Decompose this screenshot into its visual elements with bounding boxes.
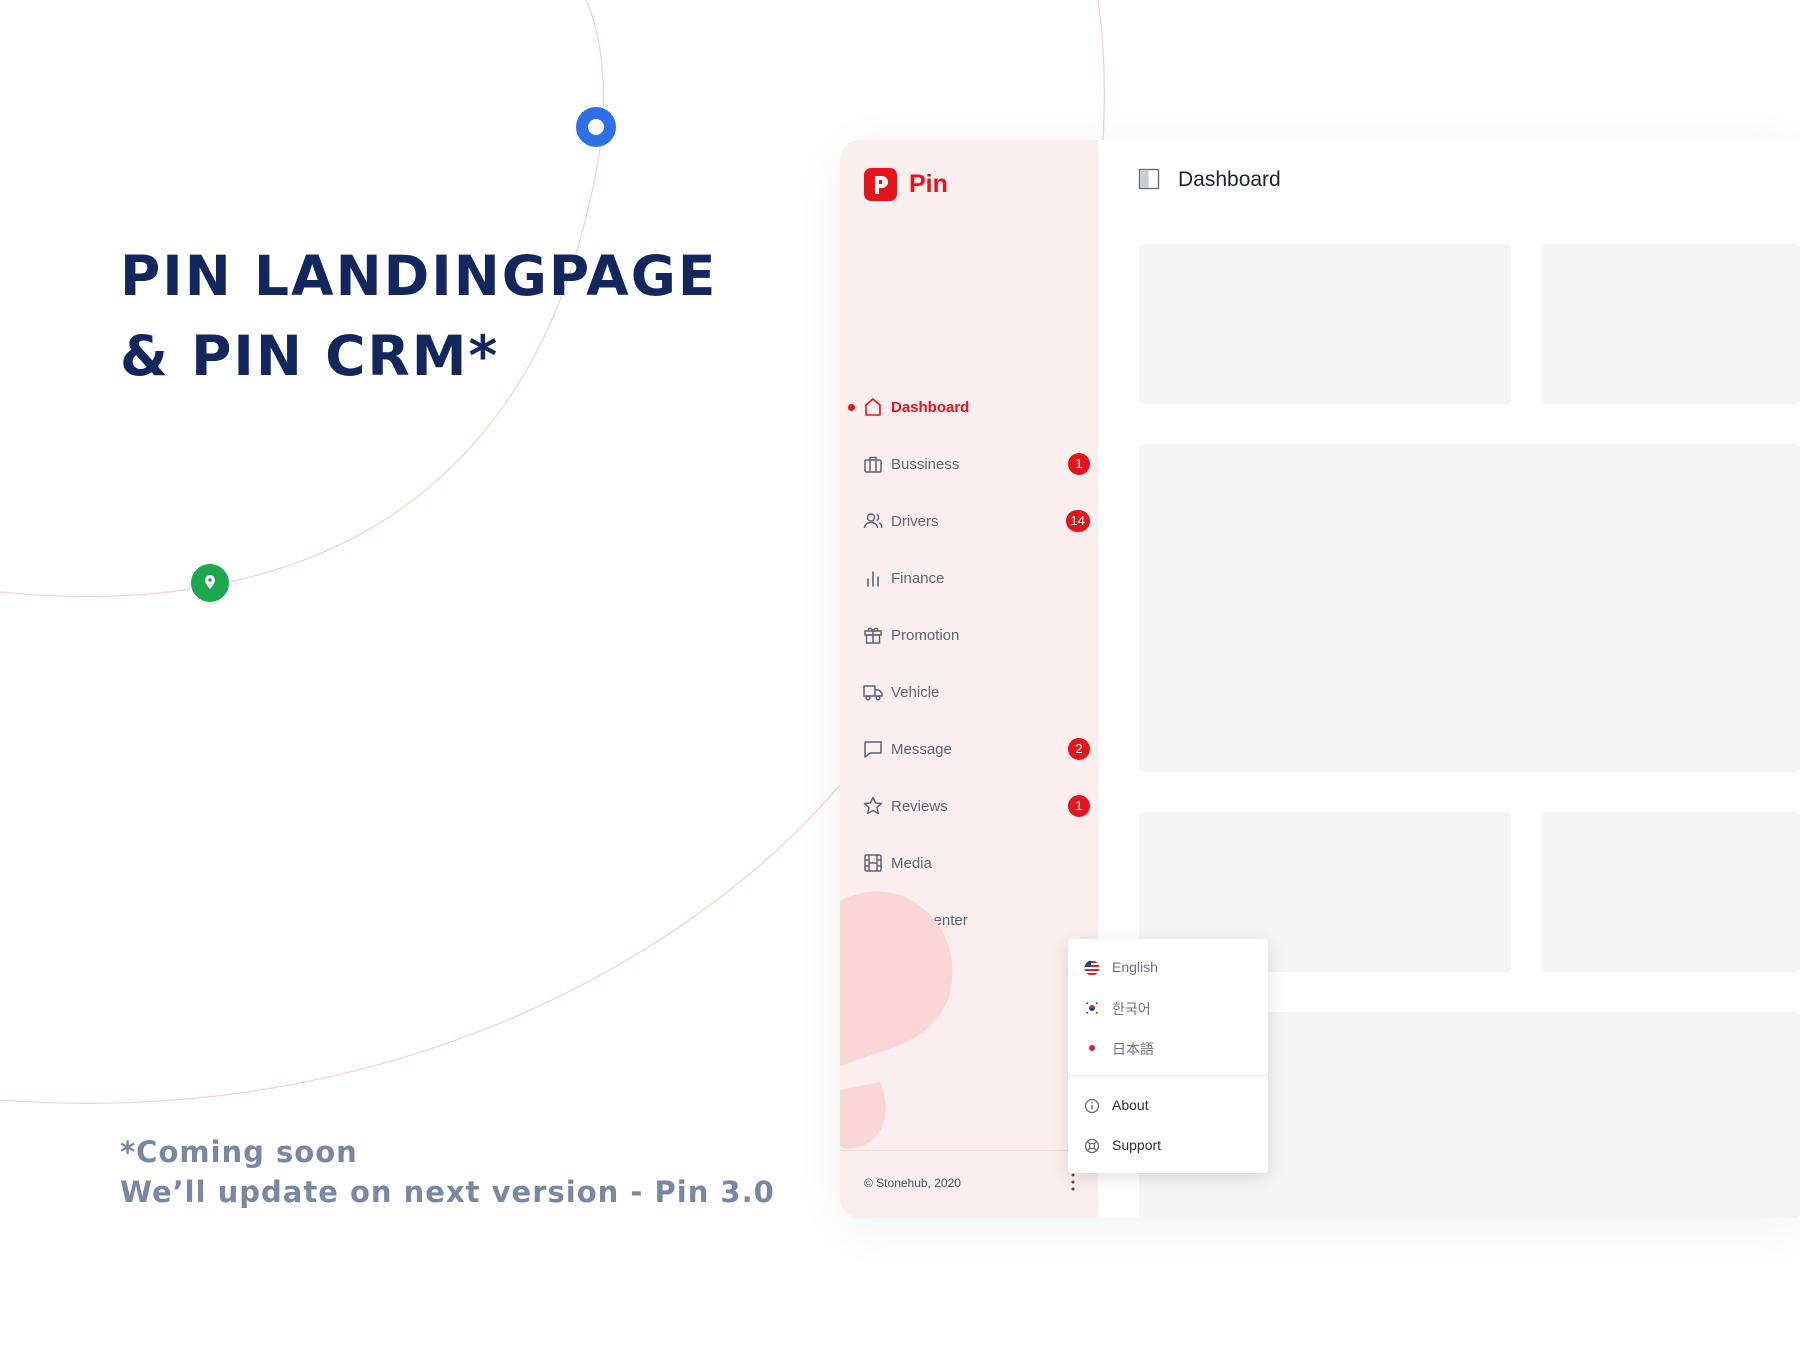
info-icon — [1084, 1098, 1100, 1114]
options-dropdown-menu: English 한국어 日本語 About Support — [1068, 939, 1268, 1173]
notification-badge: 1 — [1068, 453, 1090, 475]
menu-item-label: 日本語 — [1112, 1041, 1154, 1057]
language-option-japanese[interactable]: 日本語 — [1068, 1031, 1268, 1065]
brand-logo[interactable]: Pin — [864, 168, 948, 201]
notification-badge: 1 — [1068, 795, 1090, 817]
menu-item-label: About — [1112, 1097, 1149, 1113]
users-icon — [863, 513, 883, 529]
more-options-icon[interactable] — [1064, 1170, 1082, 1194]
sidebar-item-vehicle[interactable]: Vehicle — [840, 670, 1098, 714]
sidebar-item-promotion[interactable]: Promotion — [840, 613, 1098, 657]
korea-flag-icon — [1084, 1000, 1100, 1016]
briefcase-icon — [864, 456, 882, 473]
hero-title: PIN LANDINGPAGE & PIN CRM* — [120, 236, 717, 396]
sidebar-item-label: Finance — [891, 569, 945, 587]
sidebar-item-message[interactable]: Message 2 — [840, 727, 1098, 771]
menu-item-label: 한국어 — [1112, 1001, 1151, 1017]
sidebar-item-dashboard[interactable]: Dashboard — [840, 385, 1098, 429]
sidebar-footer-divider — [840, 1150, 1098, 1151]
note-line2: We’ll update on next version - Pin 3.0 — [120, 1175, 775, 1209]
topbar: Dashboard — [1098, 140, 1800, 218]
arc-large — [0, 784, 841, 1104]
menu-divider — [1068, 1075, 1268, 1076]
sidebar-item-label: Bussiness — [891, 455, 960, 473]
menu-item-support[interactable]: Support — [1068, 1129, 1268, 1163]
sidebar-item-reviews[interactable]: Reviews 1 — [840, 784, 1098, 828]
sidebar: Pin Dashboard Bussiness 1 Drivers 14 Fin… — [840, 140, 1098, 1218]
brand-name: Pin — [909, 170, 948, 198]
sidebar-item-finance[interactable]: Finance — [840, 556, 1098, 600]
us-flag-icon — [1084, 960, 1100, 976]
copyright-text: © Stonehub, 2020 — [864, 1176, 961, 1190]
home-icon — [865, 398, 881, 416]
sidebar-item-drivers[interactable]: Drivers 14 — [840, 499, 1098, 543]
hero-title-line1: PIN LANDINGPAGE — [120, 244, 718, 308]
message-icon — [864, 741, 882, 758]
japan-flag-icon — [1084, 1040, 1100, 1056]
sidebar-item-label: Dashboard — [891, 398, 970, 416]
crm-app-window: Pin Dashboard Bussiness 1 Drivers 14 Fin… — [840, 140, 1800, 1218]
menu-item-label: English — [1112, 959, 1158, 975]
sidebar-item-label: Drivers — [891, 512, 939, 530]
coming-soon-note: *Coming soon We’ll update on next versio… — [120, 1132, 775, 1212]
page-title: Dashboard — [1178, 168, 1281, 191]
support-icon — [1084, 1138, 1100, 1154]
star-icon — [863, 796, 883, 815]
note-line1: *Coming soon — [120, 1135, 358, 1169]
notification-badge: 14 — [1065, 510, 1090, 532]
pin-logo-icon — [864, 168, 897, 201]
menu-item-label: Support — [1112, 1137, 1162, 1153]
gift-icon — [864, 627, 882, 644]
language-option-korean[interactable]: 한국어 — [1068, 991, 1268, 1025]
hero-title-line2: & PIN CRM* — [120, 324, 500, 388]
sidebar-toggle-icon[interactable] — [1138, 168, 1160, 190]
bar-chart-icon — [867, 571, 879, 587]
language-option-english[interactable]: English — [1068, 951, 1268, 985]
decorative-pin-shape — [840, 891, 953, 1149]
sidebar-item-label: Promotion — [891, 626, 960, 644]
sidebar-item-bussiness[interactable]: Bussiness 1 — [840, 442, 1098, 486]
placeholder-card — [1541, 244, 1800, 404]
location-marker-blue — [576, 107, 616, 147]
placeholder-card — [1139, 244, 1511, 404]
sidebar-item-label: Vehicle — [891, 683, 940, 701]
sidebar-item-label: Reviews — [891, 797, 948, 815]
location-marker-green — [189, 562, 231, 604]
menu-item-about[interactable]: About — [1068, 1089, 1268, 1123]
arc-top-right — [1097, 0, 1106, 141]
active-indicator — [848, 404, 855, 411]
sidebar-item-label: Message — [891, 740, 952, 758]
notification-badge: 2 — [1068, 738, 1090, 760]
placeholder-card — [1541, 812, 1800, 972]
truck-icon — [863, 685, 883, 701]
placeholder-chart-panel — [1139, 444, 1800, 772]
